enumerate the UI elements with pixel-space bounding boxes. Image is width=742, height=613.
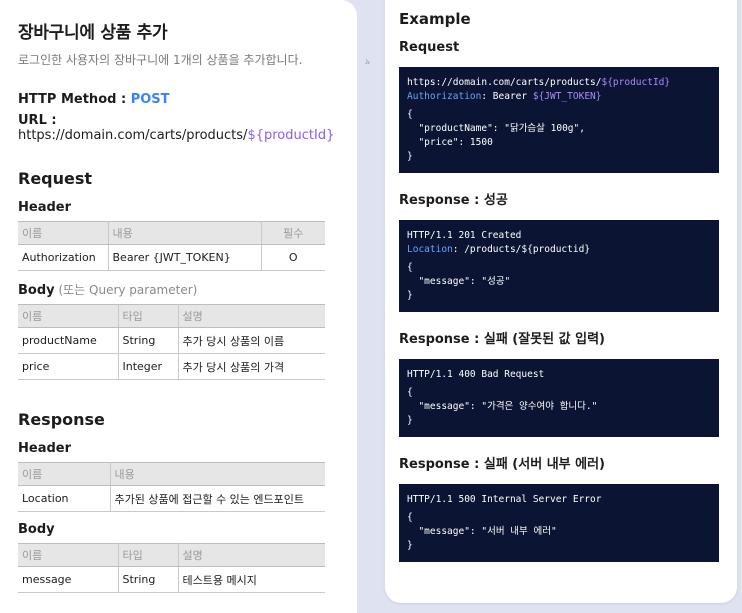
table-cell: 추가된 상품에 접근할 수 있는 엔드포인트 [110,485,325,512]
table-row: productName String 추가 당시 상품의 이름 [18,327,325,354]
http-method-label: HTTP Method : [18,92,131,107]
gutter-mark: ৯ [365,57,371,66]
code-auth-variable: ${JWT_TOKEN} [532,91,602,102]
url-variable: ${productId} [247,128,335,143]
http-method-value: POST [130,92,170,107]
url-base: https://domain.com/carts/products/ [18,128,248,143]
code-line: "message": "서버 내부 에러" [407,526,557,537]
page-description: 로그인한 사용자의 장바구니에 1개의 상품을 추가합니다. [18,53,303,67]
response-header-table: 이름 내용 Location 추가된 상품에 접근할 수 있는 엔드포인트 [18,462,325,512]
code-line: } [407,415,413,426]
table-cell: price [18,353,119,380]
code-line: { [407,109,413,120]
fail-bad-input-code-block: HTTP/1.1 400 Bad Request { "message": "가… [399,359,719,437]
table-cell: message [18,566,119,593]
code-url-base: https://domain.com/carts/products/ [407,77,602,88]
request-code-block: https://domain.com/carts/products/${prod… [399,67,719,173]
code-line: "price": 1500 [407,137,493,148]
table-cell: String [118,566,179,593]
page-title: 장바구니에 상품 추가 [18,23,168,43]
code-location-value: : /products/${productid} [452,244,591,255]
request-example-label: Request [399,40,460,55]
request-header-table: 이름 내용 필수 Authorization Bearer {JWT_TOKEN… [18,221,325,271]
table-cell: productName [18,327,119,354]
column-header: 이름 [18,304,119,328]
response-body-heading: Body [18,522,55,537]
http-method-line: HTTP Method : POST [18,92,343,107]
table-cell: String [118,327,179,354]
request-body-heading: Body (또는 Query parameter) [18,281,343,298]
example-panel: Example Request https://domain.com/carts… [385,0,737,603]
column-header: 이름 [18,543,119,567]
success-code-block: HTTP/1.1 201 Created Location: /products… [399,220,719,312]
table-cell: O [261,244,325,271]
code-location-key: Location [407,244,453,255]
url-label: URL : [18,113,57,128]
table-header-row: 이름 타입 설명 [18,543,325,567]
body-heading-text: Body [18,283,55,298]
table-row: Location 추가된 상품에 접근할 수 있는 엔드포인트 [18,485,325,512]
fail-server-error-code-block: HTTP/1.1 500 Internal Server Error { "me… [399,484,719,562]
column-header: 내용 [110,462,325,486]
api-spec-panel: 장바구니에 상품 추가 로그인한 사용자의 장바구니에 1개의 상품을 추가합니… [0,0,357,613]
response-header-heading: Header [18,441,72,456]
column-header: 이름 [18,221,109,245]
table-header-row: 이름 내용 필수 [18,221,325,245]
table-cell: Bearer {JWT_TOKEN} [108,244,262,271]
code-status-line: HTTP/1.1 500 Internal Server Error [407,494,602,505]
code-line: { [407,512,413,523]
fail-server-error-label: Response : 실패 (서버 내부 에러) [399,457,606,472]
code-auth-colon: : Bearer [481,91,533,102]
table-cell: 추가 당시 상품의 가격 [178,353,325,380]
column-header: 설명 [178,304,325,328]
code-line: "productName": "닭가슴살 100g", [407,123,585,134]
code-status-line: HTTP/1.1 201 Created [407,230,522,241]
table-cell: 추가 당시 상품의 이름 [178,327,325,354]
success-example-label: Response : 성공 [399,193,508,208]
code-line: } [407,151,413,162]
table-cell: Authorization [18,244,109,271]
code-line: "message": "가격은 양수여야 합니다." [407,401,598,412]
column-header: 타입 [118,543,179,567]
column-header: 필수 [261,221,325,245]
example-title: Example [399,10,471,28]
table-cell: Location [18,485,111,512]
code-line: } [407,540,413,551]
column-header: 내용 [108,221,262,245]
code-status-line: HTTP/1.1 400 Bad Request [407,369,545,380]
table-row: Authorization Bearer {JWT_TOKEN} O [18,244,325,271]
code-line: { [407,387,413,398]
column-header: 타입 [118,304,179,328]
body-heading-note: (또는 Query parameter) [54,283,198,297]
response-heading: Response [18,410,105,429]
request-body-table: 이름 타입 설명 productName String 추가 당시 상품의 이름… [18,304,325,380]
response-body-table: 이름 타입 설명 message String 테스트용 메시지 [18,543,325,593]
table-header-row: 이름 내용 [18,462,325,486]
table-row: price Integer 추가 당시 상품의 가격 [18,353,325,380]
table-cell: Integer [118,353,179,380]
request-heading: Request [18,169,93,188]
code-auth-key: Authorization [407,91,482,102]
code-url-variable: ${productId} [601,77,671,88]
table-cell: 테스트용 메시지 [178,566,325,593]
url-line: URL : https://domain.com/carts/products/… [18,113,343,143]
table-header-row: 이름 타입 설명 [18,304,325,328]
column-header: 이름 [18,462,111,486]
request-header-heading: Header [18,200,72,215]
code-line: } [407,290,413,301]
table-row: message String 테스트용 메시지 [18,566,325,593]
code-line: "message": "성공" [407,276,511,287]
fail-bad-input-label: Response : 실패 (잘못된 값 입력) [399,332,606,347]
column-header: 설명 [178,543,325,567]
code-line: { [407,262,413,273]
